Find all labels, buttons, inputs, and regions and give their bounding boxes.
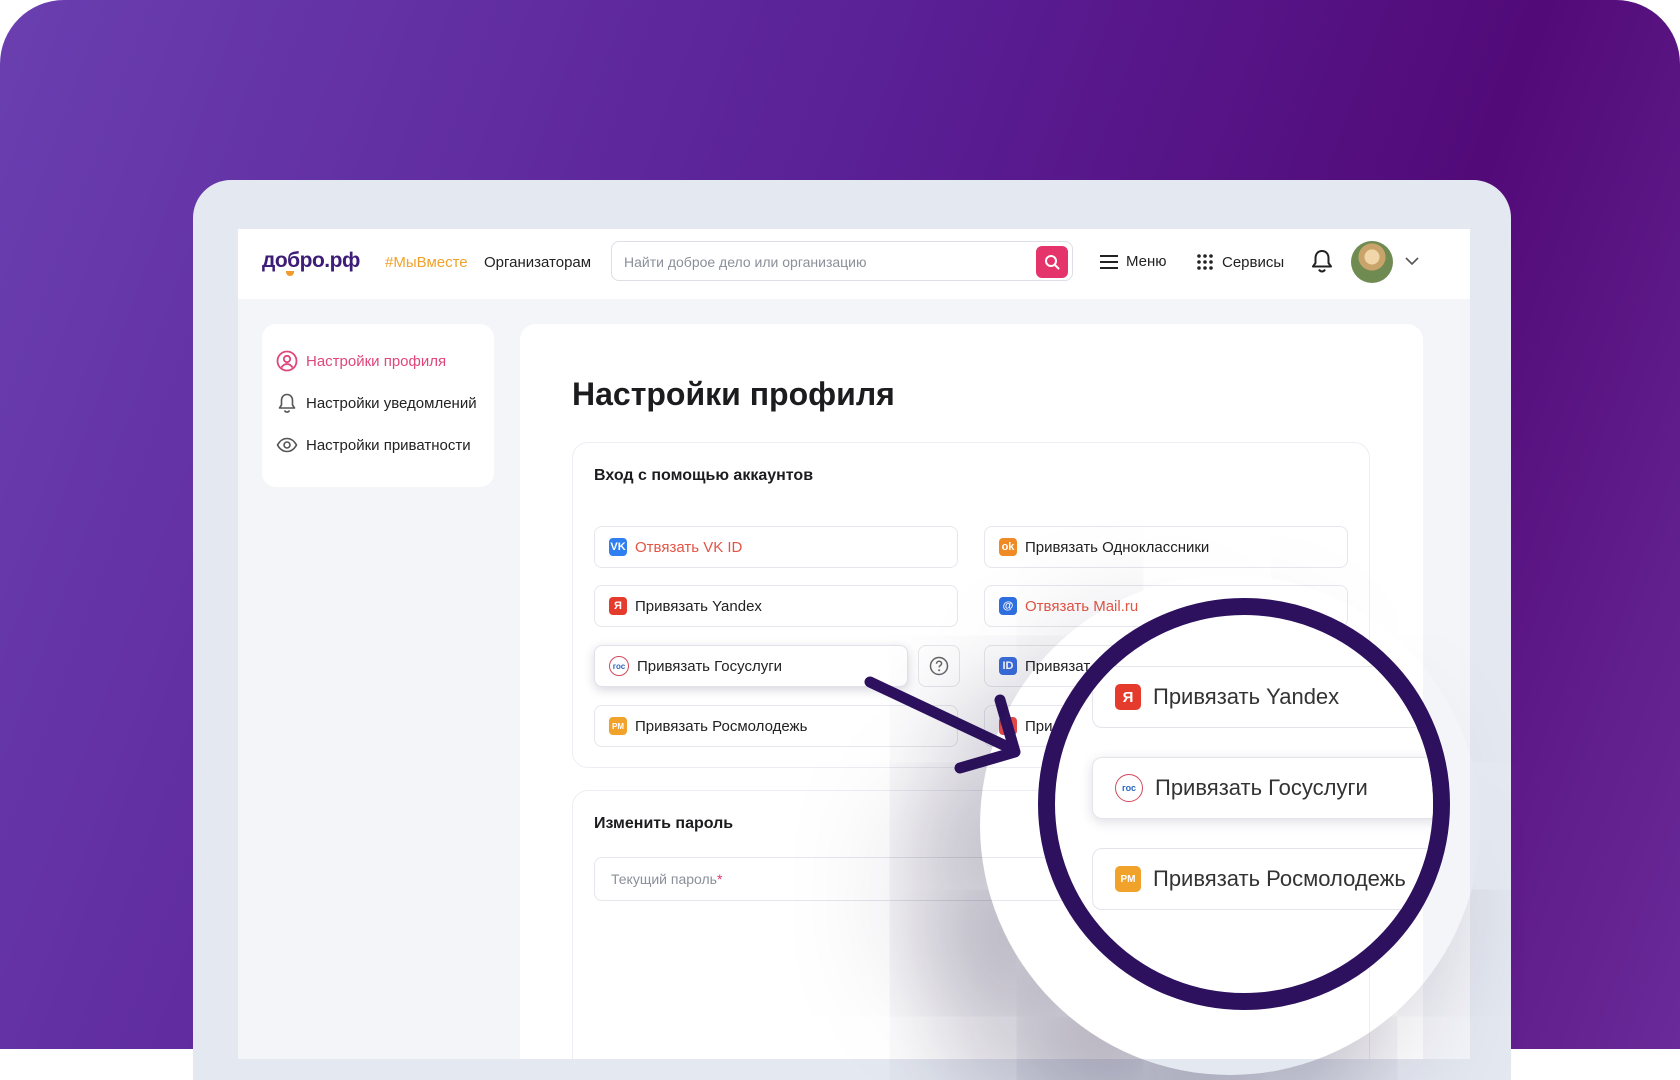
link-yandex-label: Привязать Yandex	[635, 597, 762, 615]
yandex-icon: Я	[1115, 684, 1141, 710]
menu-button[interactable]: Меню	[1100, 253, 1167, 270]
logo[interactable]: добро.рф	[262, 249, 360, 276]
unlink-vk-label: Отвязать VK ID	[635, 538, 743, 556]
magnifier-lens: Я Привязать Yandex гос Привязать Госуслу…	[1038, 598, 1450, 1010]
settings-sidebar: Настройки профиля Настройки уведомлений …	[262, 324, 494, 487]
user-avatar[interactable]	[1351, 241, 1393, 283]
logo-text: добро.рф	[262, 249, 360, 272]
link-rosmolodezh-label: Привязать Росмолодежь	[635, 717, 808, 735]
gosuslugi-icon: гос	[1115, 774, 1143, 802]
chevron-down-icon	[1405, 257, 1419, 266]
logo-smile-icon	[286, 271, 294, 276]
search-input[interactable]	[622, 250, 1026, 274]
hamburger-icon	[1100, 254, 1118, 269]
hashtag-link[interactable]: #МыВместе	[385, 254, 468, 271]
link-yandex-button[interactable]: Я Привязать Yandex	[594, 585, 958, 627]
vk-icon: VK	[609, 538, 627, 556]
magnified-label: Привязать Yandex	[1153, 684, 1340, 709]
accounts-title: Вход с помощью аккаунтов	[594, 467, 814, 484]
magnified-rosmolodezh-button: PM Привязать Росмолодежь	[1092, 848, 1433, 910]
sidebar-item-label: Настройки приватности	[306, 436, 471, 454]
link-gosuslugi-label: Привязать Госуслуги	[637, 657, 783, 675]
magnified-gosuslugi-button: гос Привязать Госуслуги	[1092, 757, 1433, 819]
sidebar-item-privacy[interactable]: Настройки приватности	[276, 434, 471, 456]
services-button[interactable]: Сервисы	[1196, 253, 1284, 271]
search-icon	[1045, 255, 1060, 270]
yandex-icon: Я	[609, 597, 627, 615]
sidebar-item-label: Настройки уведомлений	[306, 394, 477, 412]
unlink-vk-button[interactable]: VK Отвязать VK ID	[594, 526, 958, 568]
sidebar-item-label: Настройки профиля	[306, 352, 447, 370]
magnified-label: Привязать Госуслуги	[1155, 775, 1368, 800]
services-label: Сервисы	[1222, 253, 1285, 271]
password-title: Изменить пароль	[594, 815, 734, 832]
link-ok-label: Привязать Одноклассники	[1025, 538, 1210, 556]
page-title: Настройки профиля	[572, 376, 895, 412]
search-bar	[611, 241, 1073, 281]
magnified-label: Привязать Росмолодежь	[1153, 866, 1406, 891]
current-password-label: Текущий пароль*	[611, 871, 723, 887]
notifications-button[interactable]	[1311, 249, 1333, 278]
eye-icon	[276, 437, 298, 453]
rosmolodezh-icon: PM	[1115, 866, 1141, 892]
mail-icon: @	[999, 597, 1017, 615]
bell-icon	[278, 393, 296, 413]
profile-dropdown[interactable]	[1404, 253, 1420, 274]
gosuslugi-icon: гос	[609, 656, 629, 676]
sidebar-item-notifications[interactable]: Настройки уведомлений	[276, 392, 477, 414]
odnoklassniki-icon: ok	[999, 538, 1017, 556]
top-header: добро.рф #МыВместе Организаторам Меню Се…	[238, 229, 1470, 299]
magnified-yandex-button: Я Привязать Yandex	[1092, 666, 1433, 728]
sidebar-item-profile[interactable]: Настройки профиля	[276, 350, 446, 372]
user-circle-icon	[276, 350, 298, 372]
grid-icon	[1197, 254, 1213, 270]
link-ok-button[interactable]: ok Привязать Одноклассники	[984, 526, 1348, 568]
organizers-link[interactable]: Организаторам	[484, 254, 591, 271]
search-button[interactable]	[1036, 246, 1068, 278]
bell-icon	[1312, 250, 1332, 273]
rosmolodezh-icon: PM	[609, 717, 627, 735]
menu-label: Меню	[1126, 253, 1167, 270]
